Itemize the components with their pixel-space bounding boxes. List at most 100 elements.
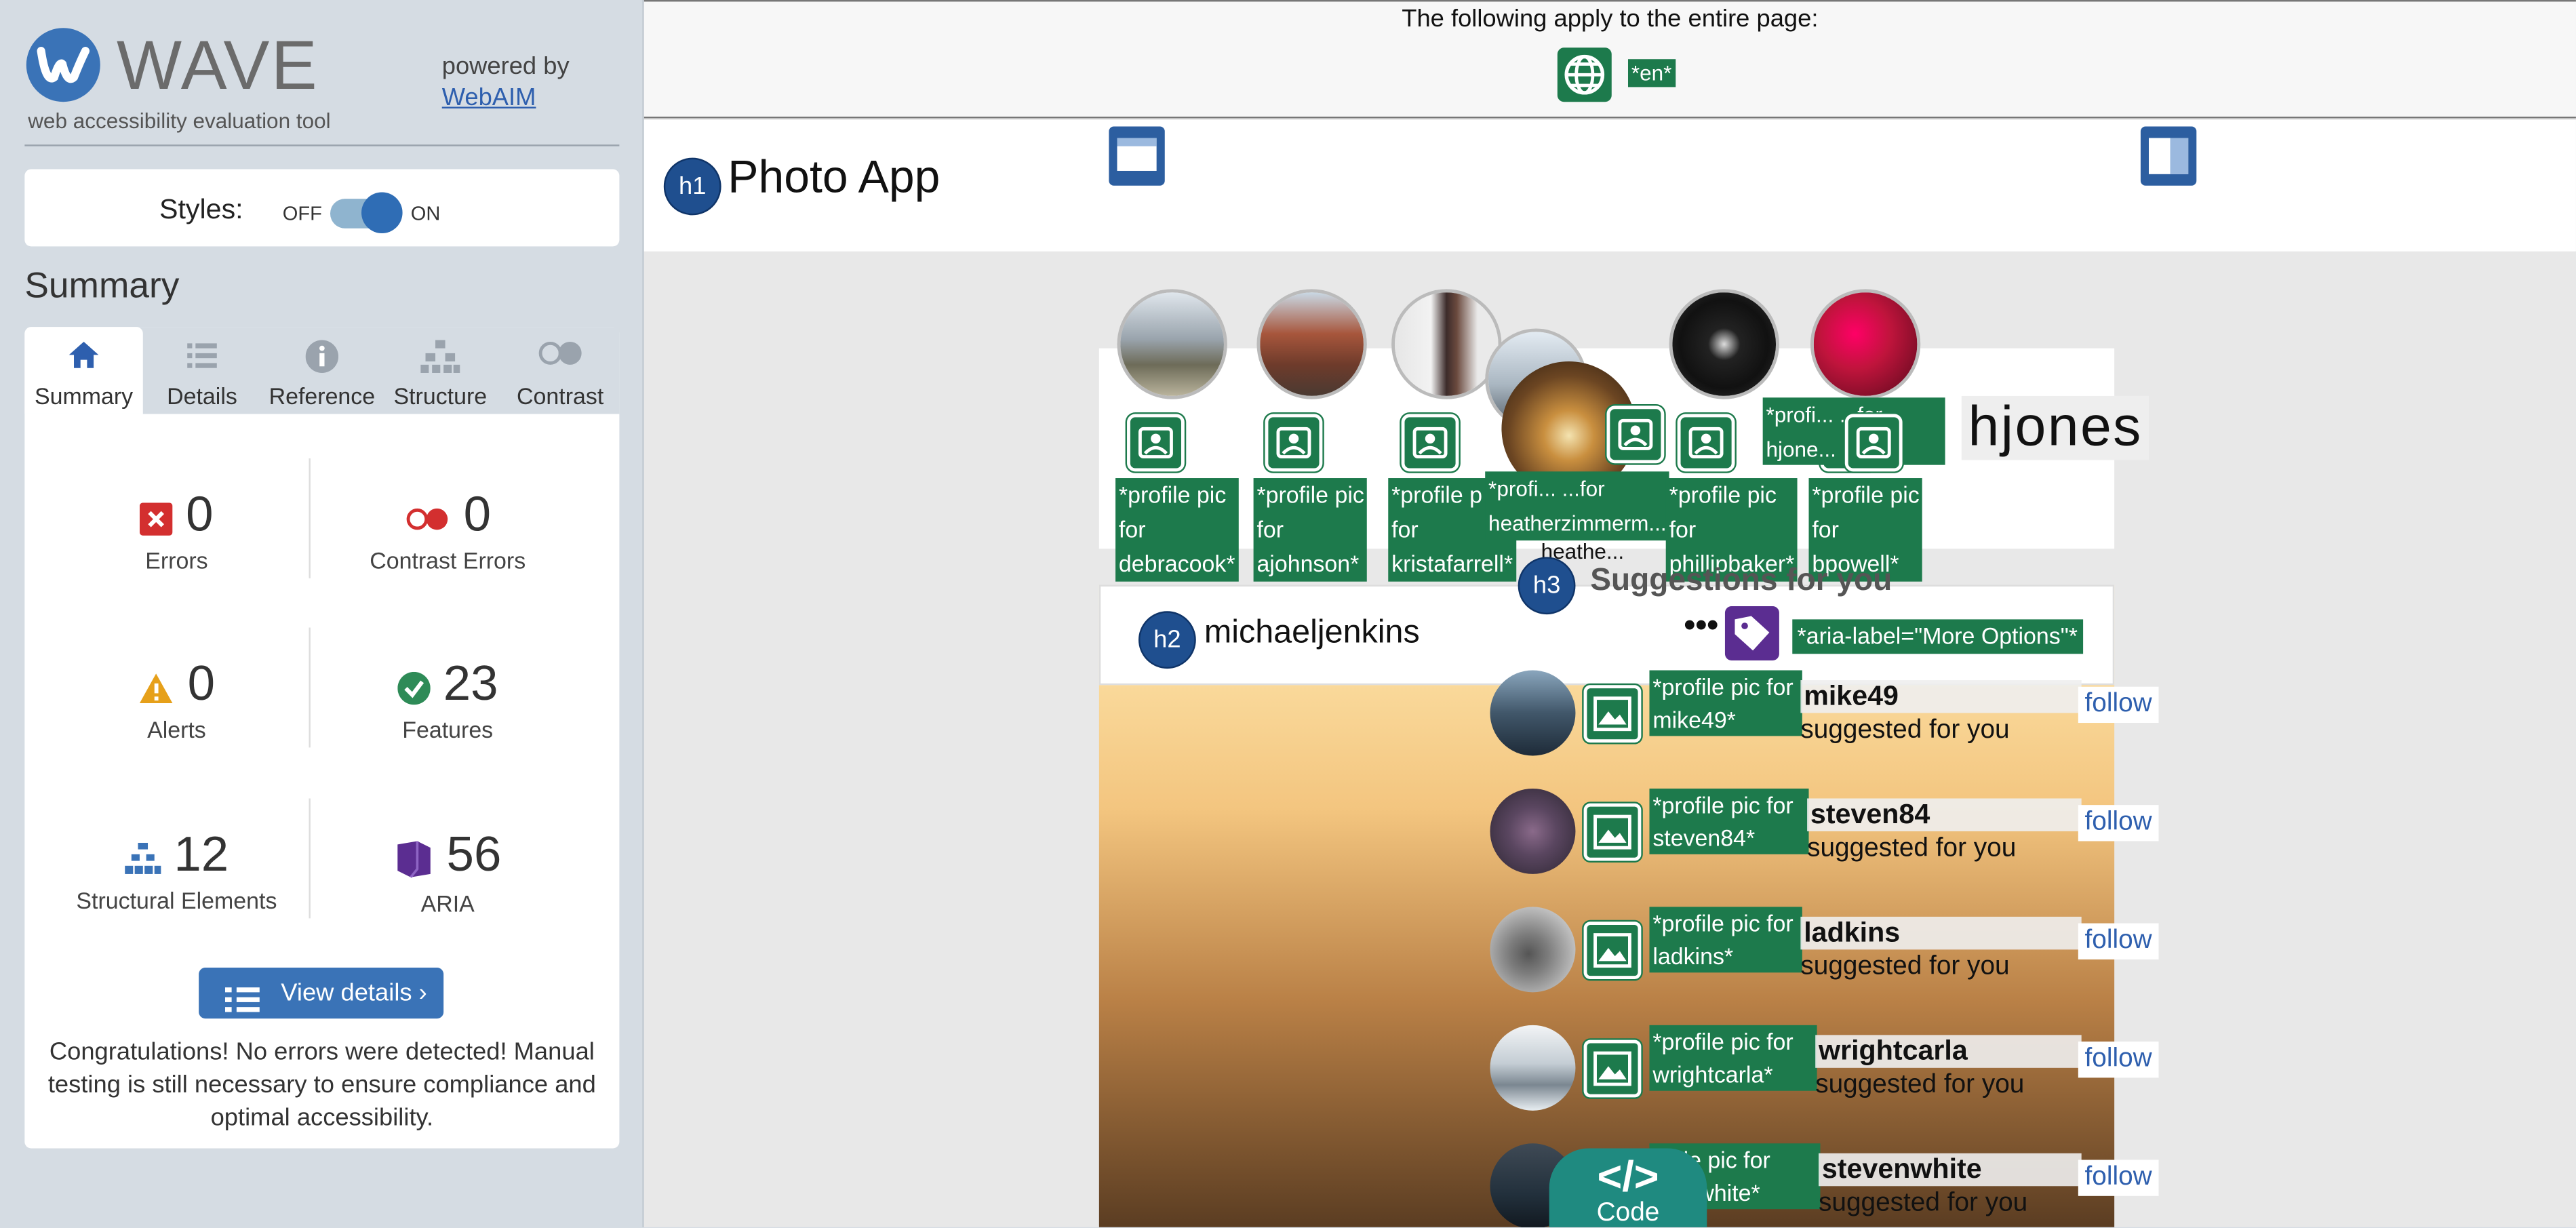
alert-icon bbox=[138, 673, 174, 714]
stat-divider bbox=[309, 458, 311, 578]
info-icon bbox=[263, 340, 381, 373]
list-icon bbox=[143, 340, 261, 373]
link-icon[interactable] bbox=[1265, 414, 1323, 472]
alt-line: *profile pic bbox=[1118, 481, 1227, 508]
story-avatar-ajohnson[interactable] bbox=[1256, 289, 1367, 399]
tab-label: Structure bbox=[393, 382, 488, 410]
stat-alerts[interactable]: 0 Alerts bbox=[41, 657, 313, 743]
image-icon[interactable] bbox=[1583, 1039, 1642, 1098]
alt-label-debracook: *profile pic for debracook* bbox=[1115, 478, 1239, 582]
home-icon bbox=[24, 340, 142, 373]
link-icon[interactable] bbox=[1606, 405, 1665, 464]
tab-label: Details bbox=[167, 382, 237, 410]
errors-label: Errors bbox=[145, 547, 208, 574]
suggestion-name[interactable]: steven84 bbox=[1807, 798, 2082, 831]
aria-tag-icon[interactable] bbox=[1724, 606, 1779, 660]
code-toggle-button[interactable]: </> Code bbox=[1549, 1148, 1707, 1227]
styles-card: Styles: OFF ON bbox=[24, 169, 620, 247]
suggestion-subtext: suggested for you bbox=[1800, 716, 2010, 745]
follow-button[interactable]: follow bbox=[2078, 923, 2159, 959]
styles-toggle-knob[interactable] bbox=[361, 192, 403, 234]
alt-line: heatherzimmerm... bbox=[1488, 511, 1667, 536]
follow-button[interactable]: follow bbox=[2078, 1160, 2159, 1196]
follow-button[interactable]: follow bbox=[2078, 805, 2159, 841]
tab-structure[interactable]: Structure bbox=[381, 327, 499, 414]
alt-line: *profile pic bbox=[1256, 481, 1364, 508]
suggestion-avatar[interactable] bbox=[1490, 1025, 1576, 1111]
summary-heading: Summary bbox=[24, 264, 180, 306]
heading-h3-icon[interactable]: h3 bbox=[1518, 557, 1576, 615]
globe-icon[interactable] bbox=[1557, 47, 1612, 102]
structural-label: Structural Elements bbox=[76, 887, 277, 914]
link-icon[interactable] bbox=[1677, 414, 1735, 472]
heading-h1-icon[interactable]: h1 bbox=[663, 157, 721, 216]
lang-tag: *en* bbox=[1627, 59, 1676, 87]
tab-details[interactable]: Details bbox=[143, 327, 261, 414]
contrast-error-icon bbox=[404, 507, 450, 541]
image-icon[interactable] bbox=[1583, 803, 1642, 861]
image-icon[interactable] bbox=[1583, 685, 1642, 743]
sidebar-divider bbox=[24, 144, 620, 146]
tab-reference[interactable]: Reference bbox=[263, 327, 381, 414]
errors-count: 0 bbox=[186, 488, 214, 542]
tab-label: Reference bbox=[269, 382, 376, 410]
tab-bar: Summary Details Reference Structure Cont… bbox=[24, 327, 620, 414]
more-options-button[interactable]: ••• bbox=[1684, 608, 1718, 646]
view-details-button[interactable]: View details › bbox=[199, 968, 444, 1019]
alt-line: *profile pic for bbox=[1652, 910, 1794, 936]
follow-button[interactable]: follow bbox=[2078, 1042, 2159, 1078]
list-icon bbox=[224, 981, 261, 1031]
tab-contrast[interactable]: Contrast bbox=[501, 327, 619, 414]
suggestion-name[interactable]: mike49 bbox=[1800, 680, 2082, 713]
link-icon[interactable] bbox=[1401, 414, 1459, 472]
suggestion-row: *profile pic for steven84* steven84 sugg… bbox=[1490, 788, 2159, 887]
suggestion-name[interactable]: ladkins bbox=[1800, 916, 2082, 950]
tab-label: Summary bbox=[34, 382, 134, 410]
tab-label: Contrast bbox=[517, 382, 604, 410]
alt-label-heatherzimmerman: *profi... ...for heatherzimmerm... bbox=[1485, 471, 1670, 541]
alt-line: *profile pic bbox=[1812, 481, 1920, 508]
follow-button[interactable]: follow bbox=[2078, 686, 2159, 724]
stat-aria[interactable]: 56 ARIA bbox=[312, 828, 583, 917]
story-avatar-bpowell[interactable] bbox=[1810, 289, 1921, 399]
suggestion-subtext: suggested for you bbox=[1807, 834, 2017, 863]
tab-summary[interactable]: Summary bbox=[24, 327, 143, 414]
image-icon[interactable] bbox=[1583, 922, 1642, 979]
story-avatar-phillipbaker[interactable] bbox=[1669, 289, 1779, 399]
alt-line: ajohnson* bbox=[1256, 550, 1360, 577]
header-region-icon[interactable] bbox=[1109, 126, 1165, 186]
alt-label: *profile pic for steven84* bbox=[1649, 788, 1809, 854]
alt-line: for bbox=[1256, 515, 1284, 542]
suggestion-row: *profile pic for mike49* mike49 suggeste… bbox=[1490, 670, 2159, 769]
alt-line: kristafarrell* bbox=[1391, 550, 1513, 577]
powered-by-text: powered by bbox=[441, 52, 570, 81]
stat-features[interactable]: 23 Features bbox=[312, 657, 583, 743]
aria-count: 56 bbox=[446, 828, 502, 883]
hierarchy-icon bbox=[381, 340, 499, 373]
stat-errors[interactable]: 0 Errors bbox=[41, 488, 313, 574]
alt-line: *profi... ...for bbox=[1488, 476, 1605, 501]
alt-line: ladkins* bbox=[1652, 943, 1734, 970]
suggestion-avatar[interactable] bbox=[1490, 788, 1576, 874]
contrast-errors-count: 0 bbox=[463, 488, 492, 542]
alt-line: for bbox=[1118, 515, 1146, 542]
styles-on-label: ON bbox=[410, 202, 441, 225]
congrats-message: Congratulations! No errors were detected… bbox=[47, 1038, 596, 1132]
webaim-link[interactable]: WebAIM bbox=[442, 82, 570, 113]
link-icon[interactable] bbox=[1127, 414, 1185, 472]
styles-label: Styles: bbox=[159, 193, 243, 225]
link-icon[interactable] bbox=[1844, 414, 1903, 472]
stat-structural[interactable]: 12 Structural Elements bbox=[41, 828, 313, 914]
view-details-label: View details › bbox=[281, 978, 427, 1008]
stat-contrast-errors[interactable]: 0 Contrast Errors bbox=[312, 488, 583, 574]
page-level-panel: The following apply to the entire page: … bbox=[643, 0, 2576, 119]
suggestion-name[interactable]: stevenwhite bbox=[1819, 1153, 2082, 1187]
suggestion-avatar[interactable] bbox=[1490, 670, 1576, 756]
suggestion-name[interactable]: wrightcarla bbox=[1815, 1035, 2082, 1068]
alerts-count: 0 bbox=[187, 657, 216, 712]
heading-h2-icon[interactable]: h2 bbox=[1138, 611, 1196, 669]
aside-region-icon[interactable] bbox=[2140, 126, 2197, 186]
alt-label: *profile pic for ladkins* bbox=[1649, 907, 1802, 973]
story-avatar-debracook[interactable] bbox=[1117, 289, 1227, 399]
suggestion-avatar[interactable] bbox=[1490, 907, 1576, 993]
